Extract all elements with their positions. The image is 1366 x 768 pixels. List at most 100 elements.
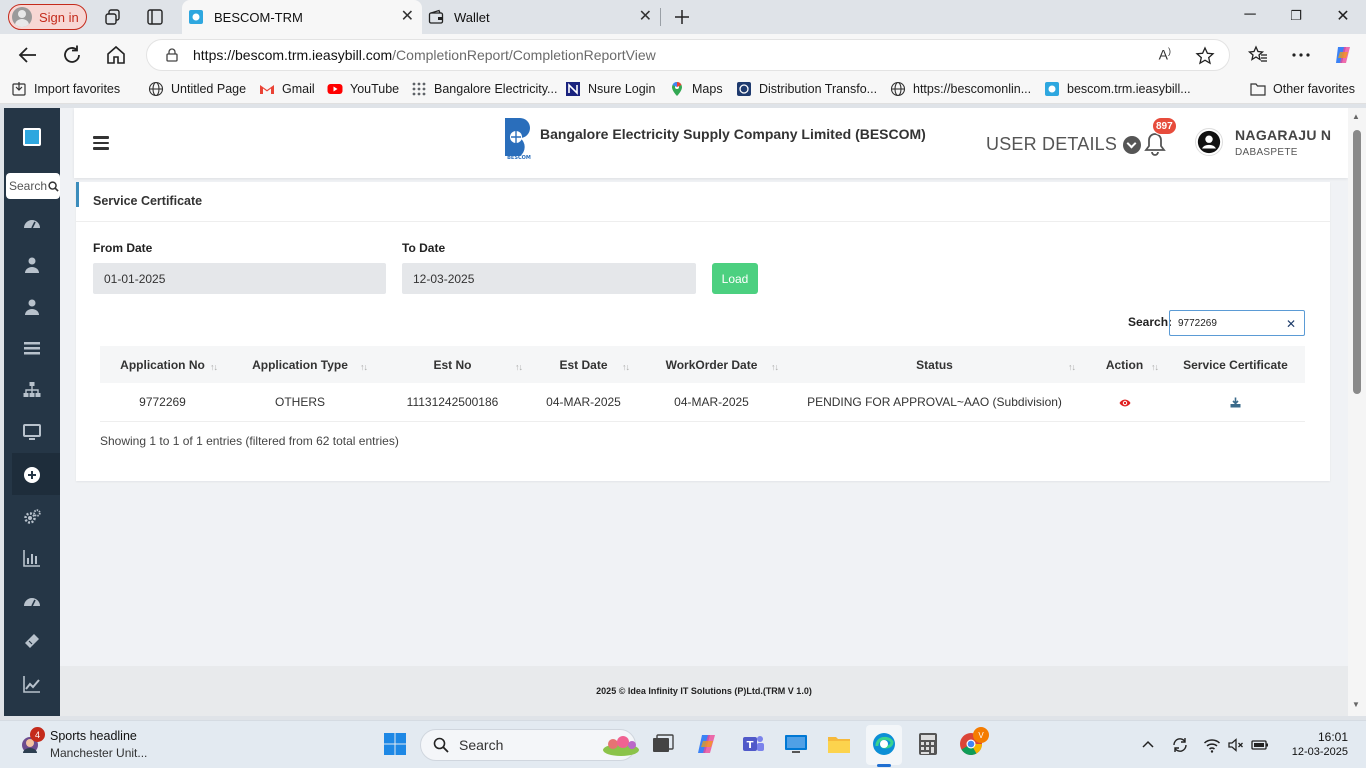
chevron-up-icon[interactable] [1139, 736, 1157, 754]
more-options-icon[interactable] [1290, 44, 1312, 66]
app-content: BESCOM Bangalore Electricity Supply Comp… [60, 108, 1348, 716]
search-icon [433, 737, 449, 753]
gmail-icon [260, 85, 274, 94]
favorite-youtube[interactable]: YouTube [327, 81, 399, 97]
list-icon[interactable] [23, 339, 41, 357]
gears-icon[interactable] [23, 508, 41, 526]
sitemap-icon[interactable] [23, 381, 41, 399]
menu-toggle-icon[interactable] [93, 136, 109, 150]
column-header[interactable]: Action ↑↓ [1083, 346, 1166, 383]
scroll-thumb[interactable] [1353, 130, 1361, 394]
favorites-icon[interactable] [1247, 44, 1269, 66]
copilot-app-icon[interactable] [694, 731, 720, 757]
bell-icon[interactable] [1144, 132, 1166, 156]
user-avatar-icon[interactable] [1195, 128, 1223, 156]
remote-desktop-icon[interactable] [783, 731, 809, 757]
clock-date[interactable]: 12-03-2025 [1284, 746, 1348, 758]
favorite-label: Maps [692, 82, 723, 96]
monitor-icon[interactable] [23, 423, 41, 441]
file-explorer-icon[interactable] [826, 731, 852, 757]
clock-time[interactable]: 16:01 [1312, 730, 1348, 744]
cell-workorder-date: 04-MAR-2025 [637, 383, 786, 422]
close-tab-icon[interactable]: ✕ [639, 9, 652, 25]
sync-icon[interactable] [1171, 736, 1189, 754]
edge-browser-icon[interactable] [871, 731, 897, 757]
table-search-input[interactable]: 9772269 ✕ [1169, 310, 1305, 336]
user-details-dropdown[interactable]: USER DETAILS [986, 134, 1142, 155]
favorite-label: Untitled Page [171, 82, 247, 96]
import-icon [12, 82, 26, 96]
battery-icon[interactable] [1251, 736, 1269, 754]
bar-chart-icon[interactable] [23, 549, 41, 567]
favorite-nsure-login[interactable]: Nsure Login [565, 81, 655, 97]
page-scrollbar[interactable]: ▲ ▼ [1348, 108, 1366, 716]
user-icon[interactable] [23, 298, 41, 316]
calculator-icon[interactable] [915, 731, 941, 757]
to-date-input[interactable]: 12-03-2025 [402, 263, 696, 294]
favorite-import[interactable]: Import favorites [11, 81, 120, 97]
copilot-icon[interactable] [1332, 44, 1354, 66]
lock-icon[interactable] [165, 48, 179, 62]
column-header[interactable]: Status ↑↓ [786, 346, 1083, 383]
back-icon[interactable] [16, 43, 40, 67]
favorite-star-icon[interactable] [1195, 46, 1215, 66]
sign-in-button[interactable]: Sign in [8, 4, 87, 30]
sidebar-search-input[interactable]: Search [6, 173, 60, 199]
scroll-down-icon[interactable]: ▼ [1352, 700, 1360, 709]
workspaces-icon[interactable] [104, 8, 122, 26]
favorite-maps[interactable]: Maps [669, 81, 723, 97]
teams-icon[interactable]: T [740, 731, 766, 757]
speaker-muted-icon[interactable] [1227, 736, 1245, 754]
download-icon[interactable] [1230, 397, 1241, 408]
from-date-input[interactable]: 01-01-2025 [93, 263, 386, 294]
favorite-label: Nsure Login [588, 82, 656, 96]
favorite-label: bescom.trm.ieasybill... [1067, 82, 1191, 96]
favorite-bangalore-electricity[interactable]: Bangalore Electricity... [411, 81, 557, 97]
favorite-gmail[interactable]: Gmail [259, 81, 315, 97]
scroll-up-icon[interactable]: ▲ [1352, 112, 1360, 121]
view-eye-icon[interactable] [1119, 398, 1131, 408]
clear-search-icon[interactable]: ✕ [1286, 317, 1296, 331]
news-title[interactable]: Sports headline [50, 729, 137, 743]
column-header[interactable]: Application Type ↑↓ [225, 346, 375, 383]
column-header[interactable]: Est No ↑↓ [375, 346, 530, 383]
favorite-untitled-page[interactable]: Untitled Page [148, 81, 246, 97]
home-icon[interactable] [104, 43, 128, 67]
line-chart-icon[interactable] [23, 675, 41, 693]
bescom-logo-icon: BESCOM [505, 118, 531, 160]
url-field[interactable]: https://bescom.trm.ieasybill.com/Complet… [146, 39, 1230, 71]
search-icon [48, 180, 59, 192]
load-button[interactable]: Load [712, 263, 758, 294]
close-window-icon[interactable]: ✕ [1333, 6, 1353, 26]
dashboard-icon[interactable] [23, 215, 41, 233]
user-details-label: USER DETAILS [986, 134, 1118, 154]
column-header[interactable]: Est Date ↑↓ [530, 346, 637, 383]
favorites-bar: Import favorites Untitled Page Gmail You… [0, 76, 1366, 104]
tab-bescom-trm[interactable]: BESCOM-TRM ✕ [182, 0, 422, 34]
refresh-icon[interactable] [60, 43, 84, 67]
user-icon[interactable] [23, 256, 41, 274]
app-logo-icon[interactable] [23, 128, 41, 146]
read-aloud-icon[interactable]: A) [1159, 46, 1171, 63]
favorite-distribution-transfo[interactable]: Distribution Transfo... [736, 81, 877, 97]
new-tab-icon[interactable] [673, 8, 691, 26]
widget-badge: 4 [30, 727, 45, 742]
favorite-bescomonline[interactable]: https://bescomonlin... [890, 81, 1031, 97]
other-favorites[interactable]: Other favorites [1250, 81, 1355, 97]
plus-circle-icon[interactable] [23, 466, 41, 484]
tab-actions-icon[interactable] [146, 8, 164, 26]
windows-start-icon[interactable] [384, 733, 406, 755]
favorite-bescom-trm[interactable]: bescom.trm.ieasybill... [1044, 81, 1191, 97]
dashboard-icon[interactable] [23, 593, 41, 611]
column-header[interactable]: Application No ↑↓ [100, 346, 225, 383]
minimize-icon[interactable]: ─ [1240, 6, 1260, 24]
column-header[interactable]: WorkOrder Date ↑↓ [637, 346, 786, 383]
tab-wallet[interactable]: Wallet ✕ [422, 0, 660, 34]
ticket-icon[interactable] [23, 632, 41, 650]
task-view-icon[interactable] [650, 731, 676, 757]
restore-icon[interactable]: ❐ [1286, 8, 1306, 24]
taskbar-search[interactable]: Search [420, 729, 639, 761]
news-subtitle[interactable]: Manchester Unit... [50, 746, 147, 760]
wifi-icon[interactable] [1203, 736, 1221, 754]
close-tab-icon[interactable]: ✕ [401, 9, 414, 25]
